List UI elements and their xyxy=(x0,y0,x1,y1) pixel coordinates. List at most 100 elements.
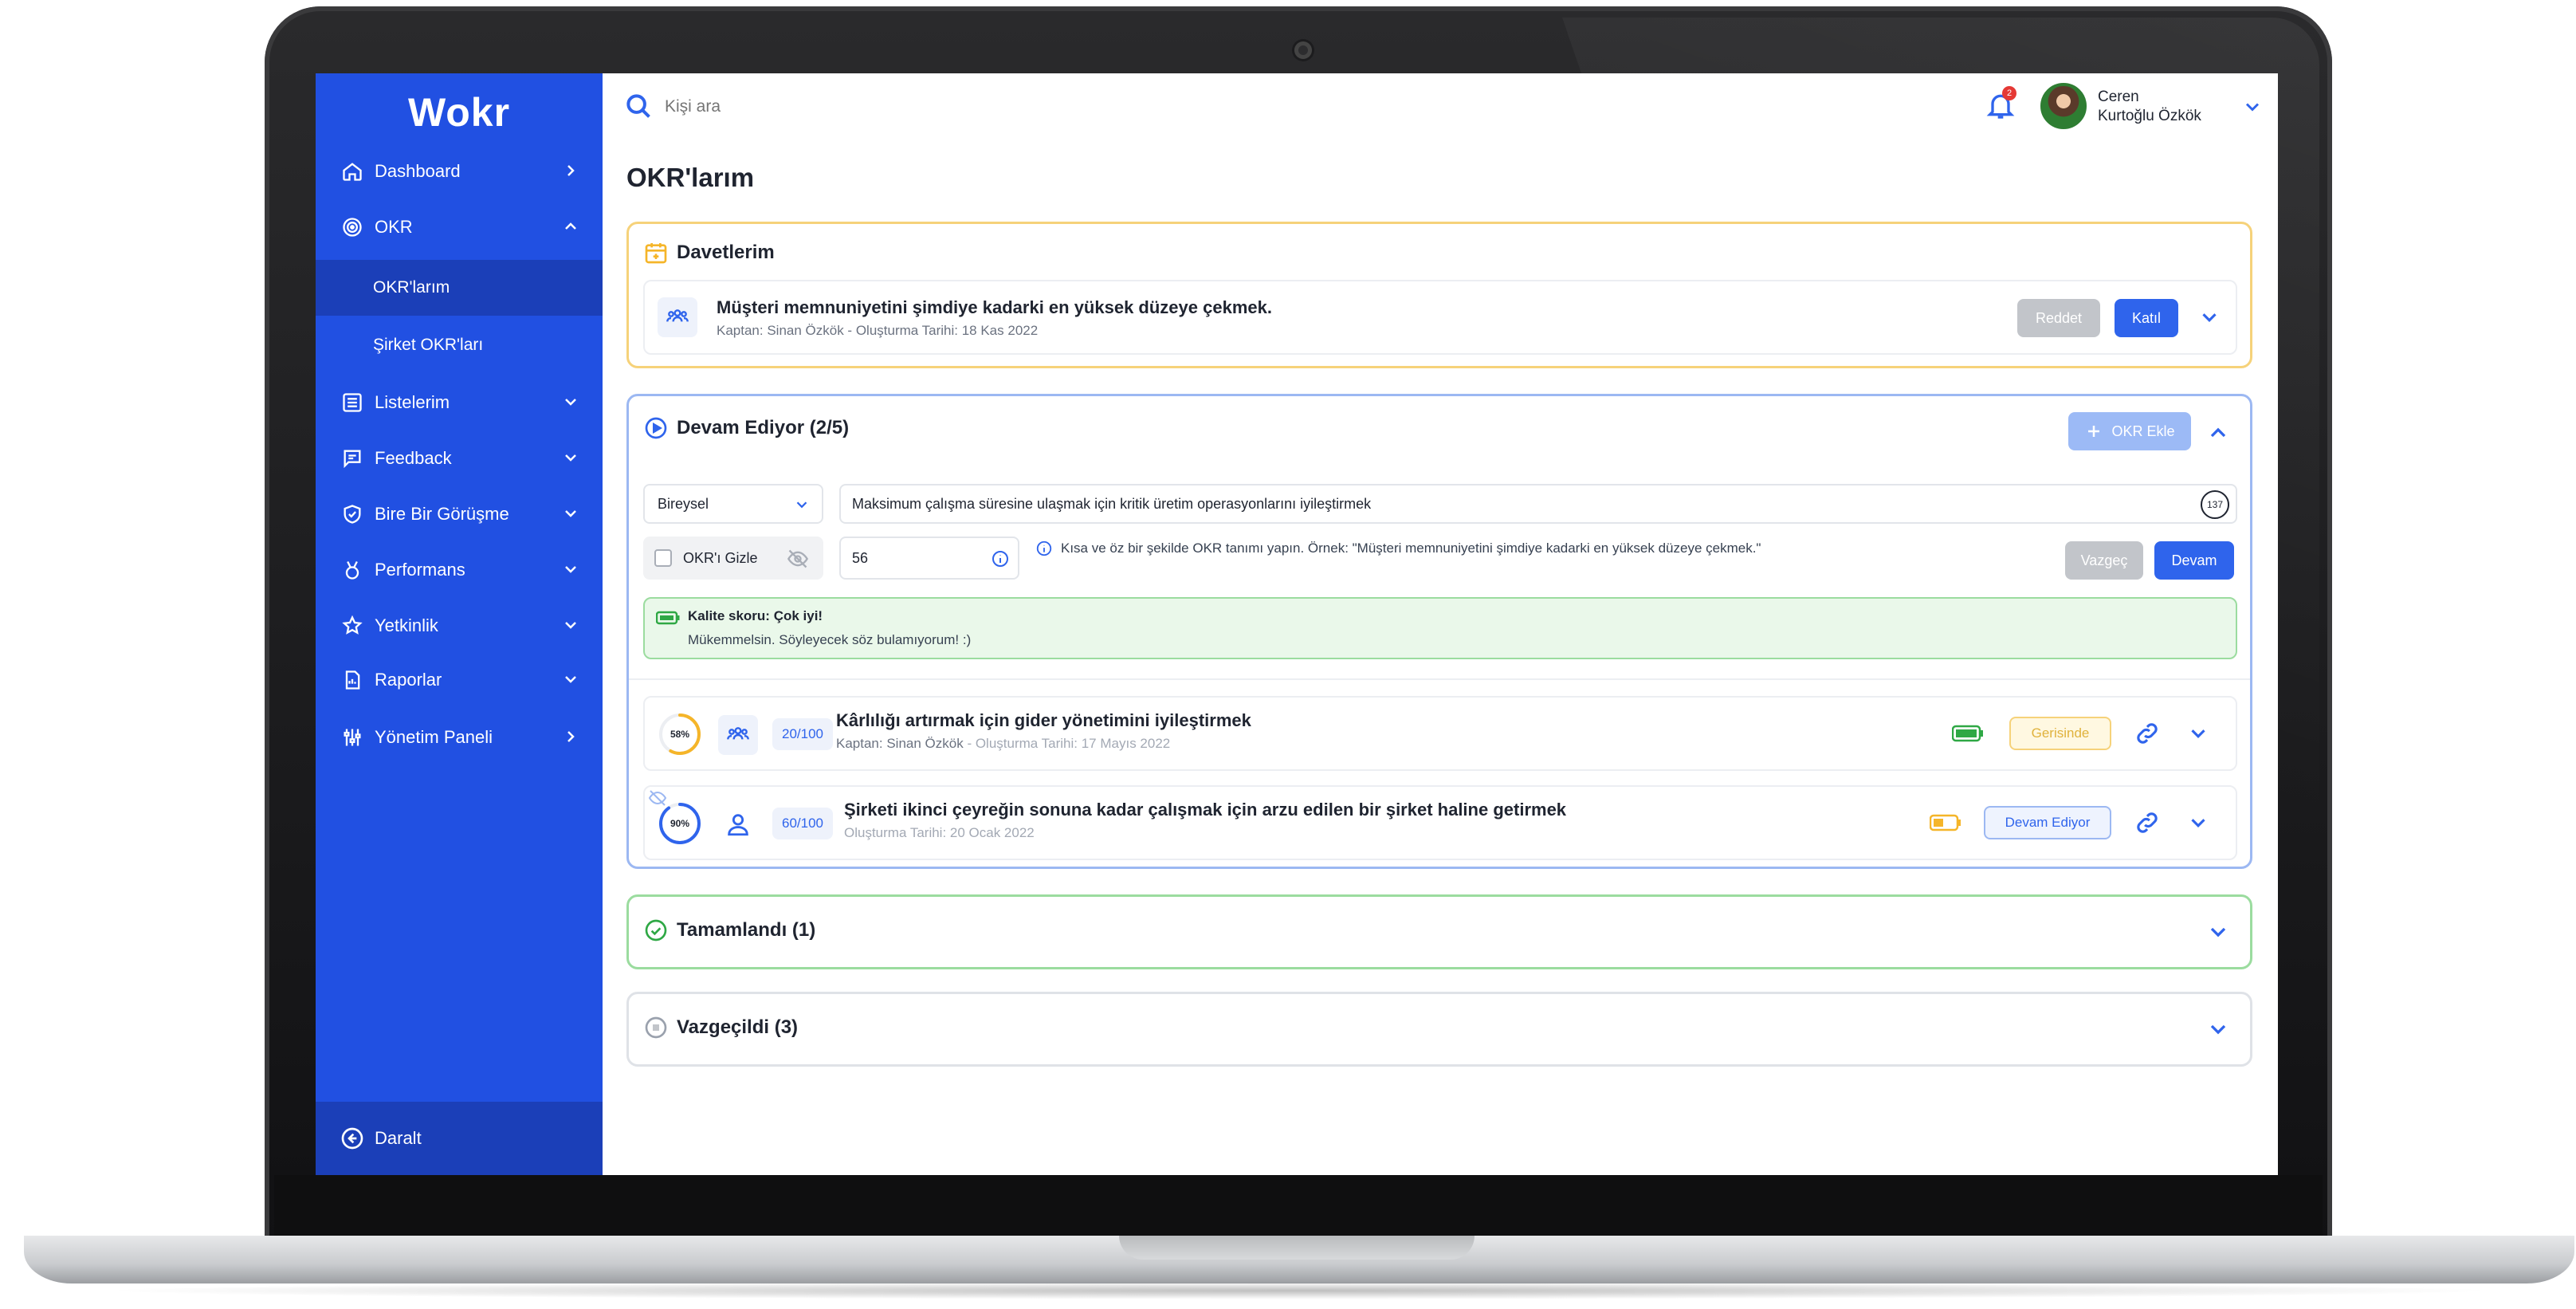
plus-icon xyxy=(2088,426,2100,437)
cancelled-header: Vazgeçildi (3) xyxy=(643,1015,798,1040)
sliders-icon xyxy=(340,725,365,750)
info-icon[interactable] xyxy=(991,549,1010,568)
join-button[interactable]: Katıl xyxy=(2115,299,2178,337)
chevron-down-icon xyxy=(565,510,576,517)
cancel-button[interactable]: Vazgeç xyxy=(2065,541,2143,580)
sidebar-item-performance[interactable]: Performans xyxy=(316,544,603,596)
user-last-name: Kurtoğlu Özkök xyxy=(2098,108,2201,124)
okr-row[interactable]: 58% 20/100 Kârlılığı artırmak için gider… xyxy=(643,696,2237,771)
info-icon xyxy=(1036,541,1052,556)
in-progress-header[interactable]: Devam Ediyor (2/5) xyxy=(643,415,849,441)
sidebar-item-lists[interactable]: Listelerim xyxy=(316,376,603,429)
medal-icon xyxy=(340,557,365,583)
okr-title-input[interactable]: Maksimum çalışma süresine ulaşmak için k… xyxy=(839,484,2237,524)
chevron-down-icon[interactable] xyxy=(2205,1016,2231,1042)
sidebar-item-label: OKR xyxy=(375,217,413,237)
okr-number-input[interactable]: 56 xyxy=(839,537,1019,580)
sidebar-item-label: Listelerim xyxy=(375,392,450,412)
invitation-row: Müşteri memnuniyetini şimdiye kadarki en… xyxy=(643,280,2237,355)
hide-okr-toggle[interactable]: OKR'ı Gizle xyxy=(643,537,823,580)
sidebar-item-company-okrs[interactable]: Şirket OKR'ları xyxy=(316,317,603,373)
in-progress-card: Devam Ediyor (2/5) OKR Ekle Bireysel Mak… xyxy=(626,394,2252,869)
target-icon xyxy=(340,214,365,240)
shield-check-icon xyxy=(340,501,365,527)
chevron-down-icon xyxy=(565,566,576,573)
hide-okr-checkbox[interactable] xyxy=(654,549,672,567)
completed-header: Tamamlandı (1) xyxy=(643,918,815,943)
star-icon xyxy=(340,613,365,639)
continue-button[interactable]: Devam xyxy=(2154,541,2234,580)
app-screen: Wokr Dashboard OKR OKR'larım Şirket OKR'… xyxy=(316,73,2278,1175)
okr-title: Şirketi ikinci çeyreğin sonuna kadar çal… xyxy=(844,800,1567,820)
chevron-down-icon[interactable] xyxy=(2205,919,2231,945)
brand-logo[interactable]: Wokr xyxy=(316,89,603,136)
base-shadow xyxy=(96,1282,2503,1299)
collapse-sidebar-button[interactable]: Daralt xyxy=(316,1102,603,1175)
document-icon xyxy=(340,667,365,693)
invitation-meta: Kaptan: Sinan Özkök - Oluşturma Tarihi: … xyxy=(717,323,1039,338)
stop-circle-icon xyxy=(645,1016,667,1039)
search-icon xyxy=(626,94,650,118)
sidebar-item-my-okrs[interactable]: OKR'larım xyxy=(316,260,603,316)
sidebar-item-label: Performans xyxy=(375,560,465,580)
okr-captain: Kaptan: Sinan Özkök xyxy=(836,736,964,751)
sidebar-item-reports[interactable]: Raporlar xyxy=(316,654,603,706)
sidebar-item-admin-panel[interactable]: Yönetim Paneli xyxy=(316,711,603,764)
chevron-down-icon xyxy=(565,399,576,406)
sidebar-item-label: Yetkinlik xyxy=(375,615,438,635)
chevron-down-icon[interactable] xyxy=(2186,811,2210,835)
top-bar: 2 Ceren Kurtoğlu Özkök xyxy=(603,73,2278,140)
laptop-frame: Wokr Dashboard OKR OKR'larım Şirket OKR'… xyxy=(0,0,2576,1309)
invitation-title: Müşteri memnuniyetini şimdiye kadarki en… xyxy=(717,297,1272,317)
add-okr-button[interactable]: OKR Ekle xyxy=(2068,412,2191,450)
sidebar-item-label: Bire Bir Görüşme xyxy=(375,504,509,524)
in-progress-title: Devam Ediyor (2/5) xyxy=(677,417,850,438)
completed-card[interactable]: Tamamlandı (1) xyxy=(626,894,2252,969)
chevron-down-icon xyxy=(565,454,576,462)
score-badge: 20/100 xyxy=(772,718,833,750)
camera xyxy=(1294,41,1312,59)
cancelled-title: Vazgeçildi (3) xyxy=(677,1016,799,1038)
okr-row[interactable]: 90% 60/100 Şirketi ikinci çeyreğin sonun… xyxy=(643,785,2237,860)
invitations-title: Davetlerim xyxy=(677,242,775,263)
play-circle-icon xyxy=(645,417,667,439)
chevron-right-icon xyxy=(567,731,575,742)
user-first-name: Ceren xyxy=(2098,88,2139,105)
okr-meta: Oluşturma Tarihi: 20 Ocak 2022 xyxy=(844,825,1035,841)
sidebar-item-competency[interactable]: Yetkinlik xyxy=(316,599,603,652)
sidebar-item-label: Dashboard xyxy=(375,161,461,181)
chevron-down-icon[interactable] xyxy=(2186,721,2210,745)
user-name[interactable]: Ceren Kurtoğlu Özkök xyxy=(2098,88,2201,126)
link-icon[interactable] xyxy=(2134,720,2161,747)
okr-type-select[interactable]: Bireysel xyxy=(643,484,823,524)
collapse-label: Daralt xyxy=(375,1128,422,1148)
cancelled-card[interactable]: Vazgeçildi (3) xyxy=(626,992,2252,1067)
sidebar: Wokr Dashboard OKR OKR'larım Şirket OKR'… xyxy=(316,73,603,1175)
invitations-card: Davetlerim Müşteri memnuniyetini şimdiye… xyxy=(626,222,2252,368)
home-icon xyxy=(340,159,365,184)
sidebar-item-feedback[interactable]: Feedback xyxy=(316,432,603,485)
okr-date: Oluşturma Tarihi: 20 Ocak 2022 xyxy=(844,825,1035,840)
status-badge: Gerisinde xyxy=(2009,717,2111,750)
avatar[interactable] xyxy=(2040,83,2087,129)
sidebar-item-okr[interactable]: OKR xyxy=(316,201,603,254)
sidebar-item-dashboard[interactable]: Dashboard xyxy=(316,145,603,198)
okr-meta: Kaptan: Sinan Özkök - Oluşturma Tarihi: … xyxy=(836,736,1170,752)
search-input[interactable] xyxy=(665,91,1143,123)
chevron-up-icon[interactable] xyxy=(2205,420,2231,446)
sidebar-item-one-on-one[interactable]: Bire Bir Görüşme xyxy=(316,488,603,541)
okr-title: Kârlılığı artırmak için gider yönetimini… xyxy=(836,710,1251,730)
reject-button[interactable]: Reddet xyxy=(2017,299,2100,337)
okr-title-value: Maksimum çalışma süresine ulaşmak için k… xyxy=(852,495,1372,512)
chevron-down-icon[interactable] xyxy=(2197,305,2221,329)
okr-hint-text: Kısa ve öz bir şekilde OKR tanımı yapın.… xyxy=(1061,541,1761,556)
battery-full-icon xyxy=(656,611,680,625)
page-title: OKR'larım xyxy=(626,163,755,192)
chevron-up-icon xyxy=(565,222,576,230)
link-icon[interactable] xyxy=(2134,809,2161,836)
quality-title: Kalite skoru: Çok iyi! xyxy=(688,608,823,623)
okr-type-value: Bireysel xyxy=(658,495,709,512)
score-badge: 60/100 xyxy=(772,808,833,839)
sidebar-item-label: Feedback xyxy=(375,448,452,468)
chevron-down-icon[interactable] xyxy=(2241,96,2264,118)
